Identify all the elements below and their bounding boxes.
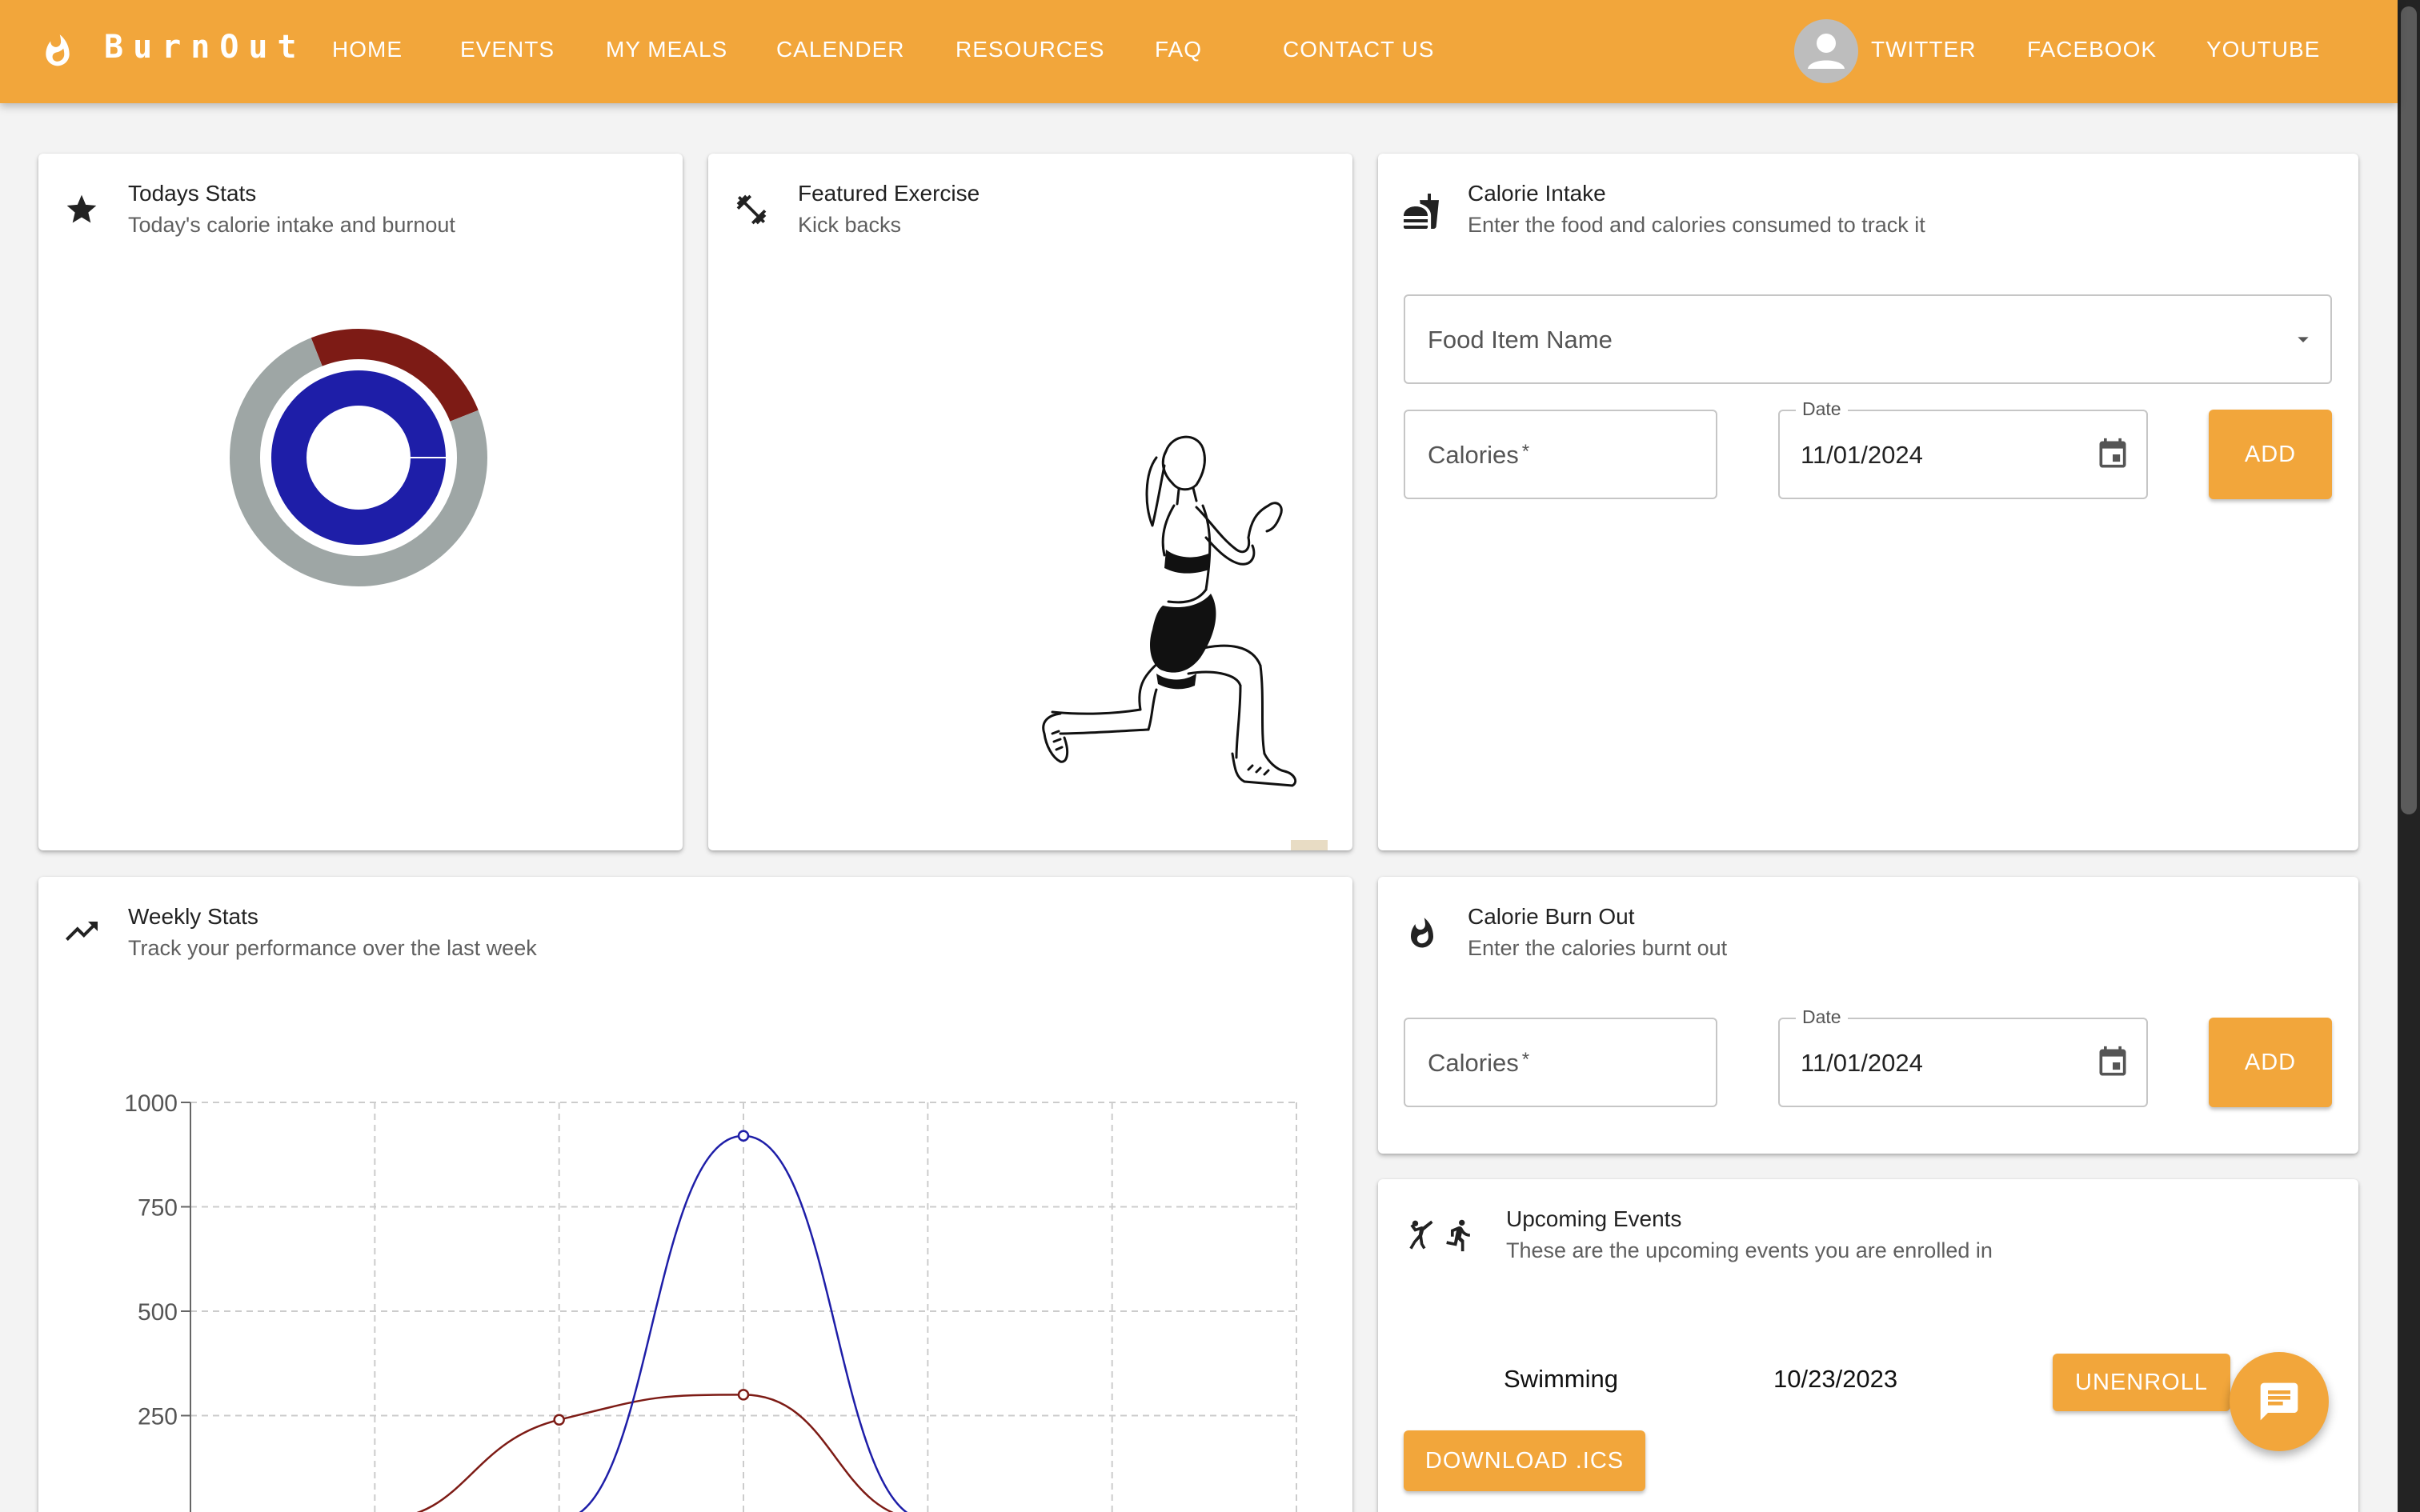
illustration-badge [1291, 840, 1328, 850]
nav-resources[interactable]: RESOURCES [956, 37, 1104, 62]
date-label: Date [1796, 398, 1848, 420]
nav-events[interactable]: EVENTS [460, 37, 555, 62]
y-tick-label: 250 [138, 1404, 178, 1430]
calories-label: Calories * [1428, 441, 1530, 469]
nav-faq[interactable]: FAQ [1155, 37, 1202, 62]
unenroll-button[interactable]: UNENROLL [2053, 1354, 2230, 1411]
burnout-add-button[interactable]: ADD [2209, 1018, 2332, 1107]
nav-my-meals[interactable]: MY MEALS [606, 37, 727, 62]
food-item-select[interactable]: Food Item Name [1404, 294, 2332, 384]
trending-up-icon [66, 922, 98, 941]
y-tick-label: 500 [138, 1299, 178, 1326]
account-circle-icon[interactable] [1794, 19, 1858, 83]
weekly-stats-line-chart: 025050075010002024-10-292024-10-302024-1… [124, 1090, 1297, 1512]
event-row: Swimming 10/23/2023 UNENROLL [1378, 1347, 2358, 1411]
nav-contact-us[interactable]: CONTACT US [1283, 37, 1434, 62]
exercise-name: Kick backs [798, 213, 902, 237]
card-title: Calorie Burn Out [1468, 904, 1635, 929]
dumbbell-icon [736, 194, 767, 225]
todays-stats-donut-chart [230, 329, 487, 586]
burnout-calories-field[interactable]: Calories * [1404, 1018, 1717, 1107]
data-point[interactable] [737, 1389, 750, 1401]
upcoming-events-card: Upcoming Events These are the upcoming e… [1378, 1179, 2358, 1512]
chevron-down-icon[interactable] [2290, 326, 2316, 352]
calendar-icon[interactable] [2095, 437, 2130, 472]
nav-facebook[interactable]: FACEBOOK [2027, 37, 2157, 62]
food-item-placeholder: Food Item Name [1428, 326, 1613, 354]
card-title: Calorie Intake [1468, 181, 1606, 206]
calories-label: Calories * [1428, 1049, 1530, 1077]
flame-icon [1411, 918, 1433, 948]
calorie-intake-card: Calorie Intake Enter the food and calori… [1378, 154, 2358, 850]
intake-calories-field[interactable]: Calories * [1404, 410, 1717, 499]
date-label: Date [1796, 1006, 1848, 1028]
y-tick-label: 750 [138, 1195, 178, 1222]
exercise-illustration [1042, 435, 1297, 787]
brand-name[interactable]: BurnOut [104, 29, 307, 66]
featured-exercise-card: Featured Exercise Kick backs [708, 154, 1352, 850]
burnout-date-field[interactable]: Date 11/01/2024 [1778, 1006, 2148, 1107]
intake-add-button[interactable]: ADD [2209, 410, 2332, 499]
data-point[interactable] [737, 1130, 750, 1142]
card-title: Upcoming Events [1506, 1206, 1682, 1231]
nav-calender[interactable]: CALENDER [776, 37, 904, 62]
card-subtitle: Enter the calories burnt out [1468, 936, 1728, 960]
top-navbar: BurnOut HOME EVENTS MY MEALS CALENDER RE… [0, 0, 2398, 103]
nav-home[interactable]: HOME [332, 37, 403, 62]
martial-arts-icon [1409, 1220, 1433, 1250]
donut-slice[interactable] [271, 370, 446, 545]
chat-icon [2260, 1382, 2298, 1421]
nav-youtube[interactable]: YOUTUBE [2206, 37, 2320, 62]
card-title: Featured Exercise [798, 181, 980, 206]
y-tick-label: 0 [164, 1508, 178, 1512]
nav-twitter[interactable]: TWITTER [1871, 37, 1976, 62]
chat-button[interactable] [2230, 1352, 2329, 1451]
flame-icon[interactable] [40, 32, 75, 70]
card-subtitle: Track your performance over the last wee… [128, 936, 537, 960]
card-title: Todays Stats [128, 181, 257, 206]
download-ics-button[interactable]: DOWNLOAD .ICS [1404, 1430, 1645, 1491]
scrollbar-thumb[interactable] [2401, 6, 2417, 814]
card-subtitle: These are the upcoming events you are en… [1506, 1238, 1993, 1262]
y-tick-label: 1000 [124, 1090, 178, 1117]
fastfood-icon [1404, 194, 1439, 229]
date-value: 11/01/2024 [1801, 1049, 1923, 1077]
data-point[interactable] [553, 1414, 565, 1426]
card-title: Weekly Stats [128, 904, 258, 929]
date-value: 11/01/2024 [1801, 441, 1923, 469]
weekly-stats-card: Weekly Stats Track your performance over… [38, 877, 1352, 1512]
calendar-icon[interactable] [2095, 1045, 2130, 1080]
todays-stats-card: Todays Stats Today's calorie intake and … [38, 154, 683, 850]
card-subtitle: Enter the food and calories consumed to … [1468, 213, 1925, 237]
running-icon [1446, 1219, 1470, 1252]
star-icon [66, 194, 97, 223]
calorie-burnout-card: Calorie Burn Out Enter the calories burn… [1378, 877, 2358, 1154]
event-name: Swimming [1504, 1365, 1618, 1393]
intake-date-field[interactable]: Date 11/01/2024 [1778, 398, 2148, 499]
event-date: 10/23/2023 [1773, 1365, 1898, 1393]
card-subtitle: Today's calorie intake and burnout [128, 213, 455, 237]
